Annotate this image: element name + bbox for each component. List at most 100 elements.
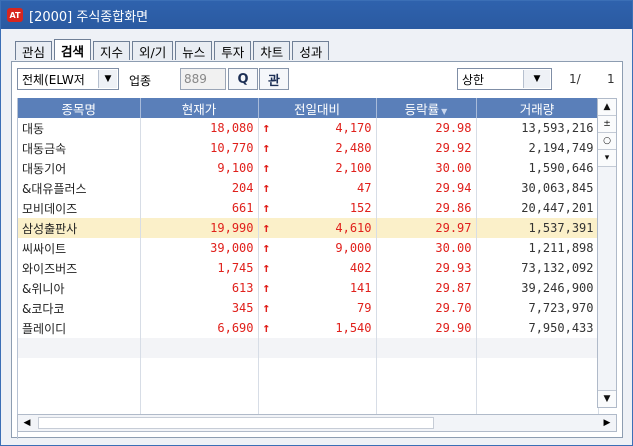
chevron-down-icon[interactable]: ▼: [523, 70, 550, 88]
tab-foreign-institution[interactable]: 외/기: [132, 41, 174, 60]
cell-price: 18,080: [140, 118, 259, 138]
cell-change: ↑ 79: [258, 298, 377, 318]
cell-change-value: 402: [349, 261, 372, 275]
table-row[interactable]: 대동 18,080 ↑ 4,170 29.98 13,593,216: [18, 118, 599, 138]
cell-volume: 30,063,845: [476, 178, 599, 198]
scroll-page-down-icon[interactable]: ▾: [598, 150, 616, 167]
cell-name: 플레이디: [18, 318, 141, 338]
stock-table: 종목명 현재가 전일대비 등락률 ▼ 거래량 대동 18,080 ↑ 4,170 29.9…: [18, 98, 599, 418]
table-header-row: 종목명 현재가 전일대비 등락률 ▼ 거래량: [18, 98, 599, 118]
cell-change: ↑ 47: [258, 178, 377, 198]
table-row[interactable]: 대동금속 10,770 ↑ 2,480 29.92 2,194,749: [18, 138, 599, 158]
cell-change-value: 2,480: [335, 141, 372, 155]
table-row[interactable]: 삼성출판사 19,990 ↑ 4,610 29.97 1,537,391: [18, 218, 599, 238]
cell-change: ↑ 141: [258, 278, 377, 298]
page-current: 1/: [569, 72, 581, 86]
table-row[interactable]: 모비데이즈 661 ↑ 152 29.86 20,447,201: [18, 198, 599, 218]
cell-volume: 73,132,092: [476, 258, 599, 278]
cell-rate: 29.98: [376, 118, 477, 138]
col-header-volume[interactable]: 거래량: [476, 98, 599, 118]
query-button[interactable]: 관: [259, 68, 289, 90]
tab-chart[interactable]: 차트: [253, 41, 291, 60]
cell-name: &대유플러스: [18, 178, 141, 198]
vertical-scrollbar[interactable]: ▲ ± ○ ▾ ▼: [597, 98, 617, 408]
scroll-left-icon[interactable]: ◀: [18, 415, 36, 431]
table-row[interactable]: 씨싸이트 39,000 ↑ 9,000 30.00 1,211,898: [18, 238, 599, 258]
cell-name: 모비데이즈: [18, 198, 141, 218]
cell-change: ↑ 402: [258, 258, 377, 278]
title-bar[interactable]: AT [2000] 주식종합화면: [1, 1, 632, 29]
col-header-rate-label: 등락률: [404, 101, 440, 117]
cell-volume: 7,950,433: [476, 318, 599, 338]
cell-change: ↑ 2,100: [258, 158, 377, 178]
cell-price: 6,690: [140, 318, 259, 338]
tab-news[interactable]: 뉴스: [175, 41, 213, 60]
arrow-up-icon: ↑: [262, 260, 271, 276]
cell-change: ↑ 4,170: [258, 118, 377, 138]
sort-desc-icon: ▼: [441, 106, 448, 116]
tab-investment[interactable]: 투자: [214, 41, 252, 60]
table-row[interactable]: &대유플러스 204 ↑ 47 29.94 30,063,845: [18, 178, 599, 198]
scroll-page-up-icon[interactable]: ±: [598, 116, 616, 133]
cell-change-value: 141: [349, 281, 372, 295]
cell-change-value: 4,170: [335, 121, 372, 135]
tab-interest[interactable]: 관심: [15, 41, 53, 60]
page-total: 1: [607, 72, 615, 86]
filter-select[interactable]: 상한 ▼: [457, 68, 552, 90]
stock-grid: 종목명 현재가 전일대비 등락률 ▼ 거래량 대동 18,080 ↑ 4,170 29.9…: [17, 98, 599, 439]
market-select-value: 전체(ELW저: [22, 72, 85, 87]
tab-bar: 관심 검색 지수 외/기 뉴스 투자 차트 성과: [15, 39, 331, 61]
scroll-down-icon[interactable]: ▼: [598, 390, 616, 407]
cell-volume: 7,723,970: [476, 298, 599, 318]
arrow-up-icon: ↑: [262, 220, 271, 236]
cell-rate: 30.00: [376, 158, 477, 178]
table-row[interactable]: 플레이디 6,690 ↑ 1,540 29.90 7,950,433: [18, 318, 599, 338]
col-header-rate[interactable]: 등락률 ▼: [376, 98, 477, 118]
empty-row: [18, 358, 599, 378]
cell-volume: 13,593,216: [476, 118, 599, 138]
tab-performance[interactable]: 성과: [292, 41, 330, 60]
cell-volume: 1,537,391: [476, 218, 599, 238]
arrow-up-icon: ↑: [262, 320, 271, 336]
col-header-change[interactable]: 전일대비: [258, 98, 377, 118]
cell-price: 1,745: [140, 258, 259, 278]
arrow-up-icon: ↑: [262, 140, 271, 156]
cell-name: 대동금속: [18, 138, 141, 158]
tab-search[interactable]: 검색: [54, 39, 92, 60]
chevron-down-icon[interactable]: ▼: [98, 70, 117, 88]
arrow-up-icon: ↑: [262, 280, 271, 296]
scroll-reset-icon[interactable]: ○: [598, 133, 616, 150]
arrow-up-icon: ↑: [262, 240, 271, 256]
col-header-price[interactable]: 현재가: [140, 98, 259, 118]
scroll-thumb[interactable]: [38, 417, 434, 429]
cell-price: 345: [140, 298, 259, 318]
cell-price: 9,100: [140, 158, 259, 178]
arrow-up-icon: ↑: [262, 120, 271, 136]
cell-change: ↑ 152: [258, 198, 377, 218]
cell-name: 와이즈버즈: [18, 258, 141, 278]
tab-index[interactable]: 지수: [93, 41, 131, 60]
horizontal-scrollbar[interactable]: ◀ ▶: [17, 414, 617, 432]
sector-code-field[interactable]: 889: [180, 68, 226, 90]
col-header-name[interactable]: 종목명: [18, 98, 141, 118]
scroll-right-icon[interactable]: ▶: [598, 415, 616, 431]
cell-change-value: 9,000: [335, 241, 372, 255]
cell-change: ↑ 1,540: [258, 318, 377, 338]
cell-price: 661: [140, 198, 259, 218]
search-panel: 전체(ELW저 ▼ 업종 889 Q 관 상한 ▼ 1/ 1 종목명 현재가 전…: [11, 61, 623, 439]
table-row[interactable]: 대동기어 9,100 ↑ 2,100 30.00 1,590,646: [18, 158, 599, 178]
cell-change-value: 1,540: [335, 321, 372, 335]
table-row[interactable]: &코다코 345 ↑ 79 29.70 7,723,970: [18, 298, 599, 318]
search-button[interactable]: Q: [228, 68, 258, 90]
cell-change-value: 47: [357, 181, 372, 195]
market-select[interactable]: 전체(ELW저 ▼: [17, 68, 119, 90]
cell-rate: 29.92: [376, 138, 477, 158]
table-row[interactable]: &위니아 613 ↑ 141 29.87 39,246,900: [18, 278, 599, 298]
scroll-top-icon[interactable]: ▲: [598, 99, 616, 116]
cell-name: 삼성출판사: [18, 218, 141, 238]
cell-name: 대동: [18, 118, 141, 138]
table-row[interactable]: 와이즈버즈 1,745 ↑ 402 29.93 73,132,092: [18, 258, 599, 278]
cell-change-value: 79: [357, 301, 372, 315]
arrow-up-icon: ↑: [262, 160, 271, 176]
main-window: AT [2000] 주식종합화면 관심 검색 지수 외/기 뉴스 투자 차트 성…: [0, 0, 633, 446]
